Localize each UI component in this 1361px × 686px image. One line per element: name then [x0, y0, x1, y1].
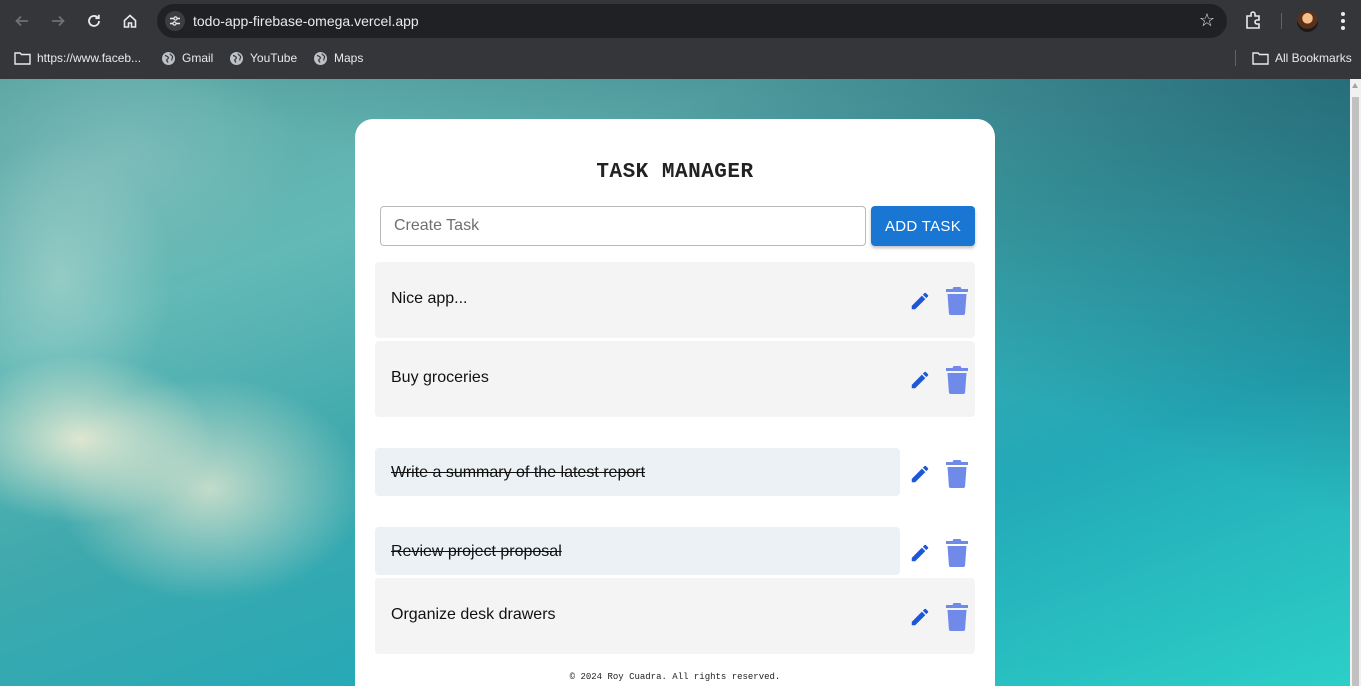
page-title: TASK MANAGER [596, 161, 754, 184]
back-button[interactable] [9, 8, 35, 34]
all-bookmarks-button[interactable]: All Bookmarks [1252, 46, 1352, 70]
bookmark-youtube[interactable]: YouTube [229, 46, 297, 70]
folder-icon [1252, 52, 1269, 65]
bookmark-maps[interactable]: Maps [313, 46, 363, 70]
delete-trash-icon[interactable] [946, 603, 968, 631]
url-text[interactable]: todo-app-firebase-omega.vercel.app [193, 13, 419, 29]
globe-icon [230, 51, 243, 65]
bookmarks-divider [1235, 50, 1236, 66]
all-bookmarks-label: All Bookmarks [1275, 51, 1352, 65]
profile-avatar[interactable] [1297, 11, 1318, 32]
task-text[interactable]: Organize desk drawers [391, 606, 556, 624]
bookmark-gmail[interactable]: Gmail [161, 46, 213, 70]
arrow-left-icon [15, 15, 28, 27]
reload-button[interactable] [81, 8, 107, 34]
delete-trash-icon[interactable] [946, 287, 968, 315]
add-task-button[interactable]: ADD TASK [871, 206, 975, 246]
task-item: Write a summary of the latest report [375, 420, 975, 499]
task-item: Review project proposal [375, 499, 975, 578]
site-info-icon[interactable] [165, 11, 185, 31]
page-background: TASK MANAGER ADD TASK Nice app... Buy gro… [0, 79, 1350, 686]
toolbar-divider [1281, 13, 1282, 29]
footer-copyright: © 2024 Roy Cuadra. All rights reserved. [569, 672, 781, 682]
task-item: Organize desk drawers [375, 578, 975, 657]
bookmark-label: Gmail [182, 51, 214, 65]
task-item: Buy groceries [375, 341, 975, 420]
create-task-input[interactable] [380, 206, 866, 246]
delete-trash-icon[interactable] [946, 460, 968, 488]
extensions-icon[interactable] [1242, 9, 1266, 33]
bookmark-label: https://www.faceb... [37, 51, 142, 65]
edit-pencil-icon[interactable] [909, 463, 931, 485]
bookmark-facebook[interactable]: https://www.faceb... [14, 46, 141, 70]
browser-menu-button[interactable] [1333, 10, 1353, 32]
address-bar[interactable]: todo-app-firebase-omega.vercel.app ☆ [157, 4, 1227, 38]
reload-icon [88, 14, 100, 27]
bookmark-star-icon[interactable]: ☆ [1199, 10, 1215, 31]
task-text[interactable]: Write a summary of the latest report [391, 464, 645, 482]
globe-icon [314, 51, 327, 65]
bookmarks-bar: https://www.faceb... Gmail YouTube Maps … [0, 46, 1361, 70]
browser-toolbar: todo-app-firebase-omega.vercel.app ☆ [0, 0, 1361, 42]
task-item: Nice app... [375, 262, 975, 341]
arrow-right-icon [52, 15, 65, 27]
browser-chrome: todo-app-firebase-omega.vercel.app ☆ htt… [0, 0, 1361, 79]
forward-button[interactable] [45, 8, 71, 34]
delete-trash-icon[interactable] [946, 366, 968, 394]
folder-icon [14, 52, 31, 65]
globe-icon [162, 51, 175, 65]
scroll-up-arrow-icon[interactable] [1352, 83, 1358, 88]
edit-pencil-icon[interactable] [909, 290, 931, 312]
task-manager-card: TASK MANAGER ADD TASK Nice app... Buy gro… [355, 119, 995, 686]
edit-pencil-icon[interactable] [909, 606, 931, 628]
task-text[interactable]: Review project proposal [391, 543, 562, 561]
home-button[interactable] [117, 8, 143, 34]
task-text[interactable]: Buy groceries [391, 369, 489, 387]
delete-trash-icon[interactable] [946, 539, 968, 567]
page-scrollbar[interactable] [1350, 79, 1361, 686]
scrollbar-thumb[interactable] [1352, 97, 1359, 686]
bookmark-label: YouTube [250, 51, 298, 65]
task-text[interactable]: Nice app... [391, 290, 467, 308]
bookmark-label: Maps [334, 51, 364, 65]
edit-pencil-icon[interactable] [909, 542, 931, 564]
home-icon [123, 14, 137, 28]
edit-pencil-icon[interactable] [909, 369, 931, 391]
